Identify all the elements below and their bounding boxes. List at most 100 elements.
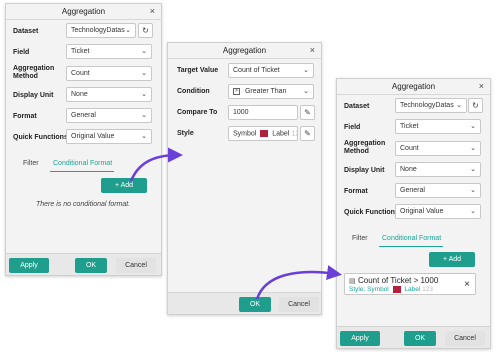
edit-icon[interactable]: ✎ (300, 126, 315, 141)
chevron-down-icon: ⌄ (125, 27, 131, 34)
format-select[interactable]: General ⌄ (66, 108, 152, 123)
chevron-down-icon: ⌄ (141, 91, 147, 98)
display-unit-label: Display Unit (344, 167, 385, 174)
dataset-value: TechnologyDatas (71, 27, 125, 34)
quick-functions-label: Quick Functions (344, 209, 399, 216)
display-unit-select[interactable]: None ⌄ (66, 87, 152, 102)
tab-conditional-format[interactable]: Conditional Format (53, 160, 112, 167)
chevron-down-icon: ⌄ (470, 208, 476, 215)
aggregation-method-label: Aggregation Method (13, 65, 54, 81)
field-select[interactable]: Ticket ⌄ (395, 119, 481, 134)
target-value: Count of Ticket (233, 67, 280, 74)
chevron-down-icon: ⌄ (470, 187, 476, 194)
display-unit-select[interactable]: None ⌄ (395, 162, 481, 177)
panel-title: Aggregation (222, 46, 267, 55)
aggregation-method-value: Count (71, 70, 90, 77)
style-symbol-text: Symbol (233, 130, 257, 138)
compare-to-label: Compare To (177, 109, 218, 116)
display-unit-value: None (71, 91, 88, 98)
remove-icon[interactable]: × (464, 279, 470, 290)
chevron-down-icon: ⌄ (303, 67, 309, 74)
cancel-button[interactable]: Cancel (279, 297, 319, 312)
format-value: General (71, 112, 96, 119)
panel-footer: OK Cancel (168, 292, 321, 314)
quick-functions-label: Quick Functions (13, 134, 68, 141)
chevron-down-icon: ⌄ (470, 145, 476, 152)
format-label: Format (13, 113, 37, 120)
chevron-down-icon: ⌄ (470, 166, 476, 173)
aggregation-panel-2: Aggregation × Target Value Count of Tick… (167, 42, 322, 315)
dataset-label: Dataset (13, 28, 39, 35)
add-button[interactable]: + Add (429, 252, 475, 267)
quick-functions-select[interactable]: Original Value ⌄ (66, 129, 152, 144)
condition-label: Condition (177, 88, 210, 95)
cancel-button[interactable]: Cancel (116, 258, 156, 273)
format-value: General (400, 187, 425, 194)
aggregation-method-select[interactable]: Count ⌄ (66, 66, 152, 81)
aggregation-label-line1: Aggregation (344, 140, 386, 147)
field-value: Ticket (71, 48, 90, 55)
refresh-icon[interactable]: ↻ (468, 98, 483, 113)
cf-style-label-text: Label (404, 286, 421, 294)
apply-button[interactable]: Apply (9, 258, 49, 273)
refresh-icon[interactable]: ↻ (138, 23, 153, 38)
tab-active-underline (379, 246, 443, 247)
aggregation-panel-3: Aggregation × Dataset TechnologyDatas ⌄ … (336, 78, 491, 349)
target-value-select[interactable]: Count of Ticket ⌄ (228, 63, 314, 78)
dataset-label: Dataset (344, 103, 370, 110)
chevron-down-icon: ⌄ (141, 112, 147, 119)
close-icon[interactable]: × (310, 45, 315, 55)
aggregation-method-label: Aggregation Method (344, 140, 385, 156)
chevron-down-icon: ⌄ (141, 48, 147, 55)
format-label: Format (344, 188, 368, 195)
chevron-down-icon: ⌄ (470, 123, 476, 130)
tab-filter[interactable]: Filter (352, 235, 368, 242)
conditional-format-title: Count of Ticket > 1000 (358, 276, 439, 285)
format-select[interactable]: General ⌄ (395, 183, 481, 198)
chevron-down-icon: ⌄ (141, 70, 147, 77)
tab-filter[interactable]: Filter (23, 160, 39, 167)
aggregation-label-line2: Method (13, 73, 38, 80)
aggregation-method-value: Count (400, 145, 419, 152)
close-icon[interactable]: × (150, 6, 155, 16)
panel-title: Aggregation (391, 82, 436, 91)
display-unit-label: Display Unit (13, 92, 54, 99)
field-value: Ticket (400, 123, 419, 130)
cf-style-label: Style: (349, 286, 366, 294)
field-select[interactable]: Ticket ⌄ (66, 44, 152, 59)
dataset-select[interactable]: TechnologyDatas ⌄ (395, 98, 467, 113)
aggregation-method-select[interactable]: Count ⌄ (395, 141, 481, 156)
panel-header: Aggregation × (168, 43, 321, 59)
quick-functions-value: Original Value (400, 208, 444, 215)
ok-button[interactable]: OK (75, 258, 107, 273)
symbol-color-swatch (392, 286, 401, 293)
chevron-down-icon: ⌄ (141, 133, 147, 140)
quick-functions-select[interactable]: Original Value ⌄ (395, 204, 481, 219)
condition-select[interactable]: > Greater Than ⌄ (228, 84, 314, 99)
add-button[interactable]: + Add (101, 178, 147, 193)
conditional-format-style-row: Style: Symbol Label 123 (349, 286, 433, 293)
condition-value: Greater Than (244, 88, 287, 96)
style-label: Style (177, 130, 194, 137)
conditional-format-item[interactable]: ▤ Count of Ticket > 1000 Style: Symbol L… (344, 273, 476, 295)
ok-button[interactable]: OK (404, 331, 436, 346)
close-icon[interactable]: × (479, 81, 484, 91)
field-label: Field (13, 49, 30, 56)
edit-icon[interactable]: ✎ (300, 105, 315, 120)
ok-button[interactable]: OK (239, 297, 271, 312)
cancel-button[interactable]: Cancel (445, 331, 485, 346)
aggregation-label-line1: Aggregation (13, 65, 55, 72)
dataset-select[interactable]: TechnologyDatas ⌄ (66, 23, 136, 38)
tab-conditional-format[interactable]: Conditional Format (382, 235, 441, 242)
panel-header: Aggregation × (6, 4, 161, 20)
apply-button[interactable]: Apply (340, 331, 380, 346)
compare-to-input[interactable]: 1000 (228, 105, 298, 120)
tab-active-underline (50, 171, 114, 172)
target-value-label: Target Value (177, 67, 219, 74)
table-icon: ▤ (349, 278, 356, 285)
panel-title: Aggregation (61, 7, 106, 16)
dataset-value: TechnologyDatas (400, 102, 454, 109)
field-label: Field (344, 124, 361, 131)
style-label-text: Label (272, 130, 290, 138)
cf-style-symbol: Symbol (367, 286, 389, 294)
